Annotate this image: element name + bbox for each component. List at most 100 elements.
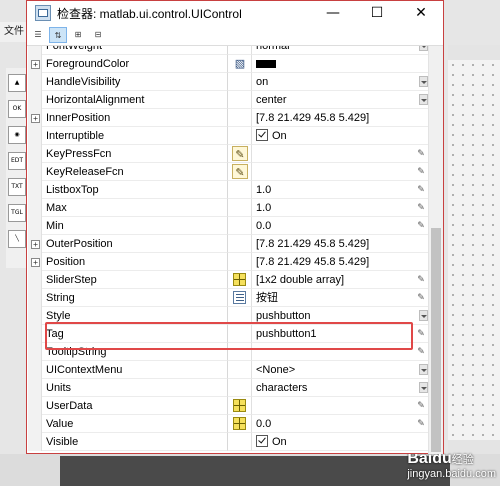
property-value[interactable]: On <box>252 127 428 145</box>
expand-all-icon[interactable]: ⊞ <box>69 27 87 43</box>
property-editor-cell[interactable]: ✎ <box>228 163 252 181</box>
axes-tool-icon[interactable]: ╲ <box>8 230 26 248</box>
title-bar[interactable]: 检查器: matlab.ui.control.UIControl — ☐ ✕ <box>27 1 443 25</box>
property-value[interactable]: 0.0 ✎ <box>252 217 428 235</box>
callback-editor-icon[interactable]: ✎ <box>232 146 248 161</box>
property-name: UserData <box>42 397 228 415</box>
expand-icon[interactable]: + <box>31 60 40 69</box>
property-row-handlevisibility[interactable]: HandleVisibility on <box>28 73 428 91</box>
scrollbar-thumb[interactable] <box>431 228 441 452</box>
property-row-position[interactable]: + Position [7.8 21.429 45.8 5.429] <box>28 253 428 271</box>
radio-tool-icon[interactable]: ◉ <box>8 126 26 144</box>
property-name: OuterPosition <box>42 235 228 253</box>
property-value[interactable]: 1.0 ✎ <box>252 199 428 217</box>
text-editor-icon[interactable] <box>233 291 246 304</box>
property-row-outerposition[interactable]: + OuterPosition [7.8 21.429 45.8 5.429] <box>28 235 428 253</box>
property-editor-cell[interactable]: ✎ <box>228 145 252 163</box>
property-row-max[interactable]: Max 1.0 ✎ <box>28 199 428 217</box>
property-row-visible[interactable]: Visible On <box>28 433 428 451</box>
inspector-app-icon <box>35 5 51 21</box>
edit-pencil-icon[interactable]: ✎ <box>416 183 426 197</box>
property-value[interactable]: normal <box>252 46 428 55</box>
maximize-button[interactable]: ☐ <box>355 1 399 25</box>
property-value[interactable]: 按钮 ✎ <box>252 289 428 307</box>
property-row-fontweight[interactable]: FontWeight normal <box>28 46 428 55</box>
select-tool-icon[interactable]: ▲ <box>8 74 26 92</box>
property-value[interactable]: ✎ <box>252 397 428 415</box>
property-value[interactable]: ✎ <box>252 145 428 163</box>
property-value[interactable]: [7.8 21.429 45.8 5.429] <box>252 253 428 271</box>
close-button[interactable]: ✕ <box>399 1 443 25</box>
array-editor-icon[interactable] <box>233 417 246 430</box>
edit-pencil-icon[interactable]: ✎ <box>416 273 426 287</box>
edit-pencil-icon[interactable]: ✎ <box>416 327 426 341</box>
property-value[interactable]: ✎ <box>252 163 428 181</box>
property-row-keypressfcn[interactable]: KeyPressFcn ✎ ✎ <box>28 145 428 163</box>
property-row-userdata[interactable]: UserData ✎ <box>28 397 428 415</box>
dropdown-arrow-icon[interactable] <box>419 76 428 87</box>
property-row-value[interactable]: Value 0.0 ✎ <box>28 415 428 433</box>
pushbutton-tool-icon[interactable]: OK <box>8 100 26 118</box>
array-editor-icon[interactable] <box>233 399 246 412</box>
color-picker-icon[interactable]: ▧ <box>232 56 248 71</box>
property-editor-cell <box>228 253 252 271</box>
dropdown-arrow-icon[interactable] <box>419 46 428 51</box>
property-row-units[interactable]: Units characters <box>28 379 428 397</box>
property-value[interactable]: [1x2 double array] ✎ <box>252 271 428 289</box>
property-editor-cell[interactable] <box>228 271 252 289</box>
edit-pencil-icon[interactable]: ✎ <box>416 417 426 431</box>
array-editor-icon[interactable] <box>233 273 246 286</box>
dropdown-arrow-icon[interactable] <box>419 94 428 105</box>
checkbox[interactable] <box>256 435 268 447</box>
vertical-scrollbar[interactable] <box>428 46 443 454</box>
edit-pencil-icon[interactable]: ✎ <box>416 345 426 359</box>
dropdown-arrow-icon[interactable] <box>419 364 428 375</box>
property-value[interactable]: on <box>252 73 428 91</box>
property-value[interactable]: 1.0 ✎ <box>252 181 428 199</box>
property-row-innerposition[interactable]: + InnerPosition [7.8 21.429 45.8 5.429] <box>28 109 428 127</box>
property-row-min[interactable]: Min 0.0 ✎ <box>28 217 428 235</box>
expand-icon[interactable]: + <box>31 258 40 267</box>
edit-pencil-icon[interactable]: ✎ <box>416 219 426 233</box>
property-row-listboxtop[interactable]: ListboxTop 1.0 ✎ <box>28 181 428 199</box>
dropdown-arrow-icon[interactable] <box>419 310 428 321</box>
property-value[interactable]: characters <box>252 379 428 397</box>
property-row-string[interactable]: String 按钮 ✎ <box>28 289 428 307</box>
property-row-horizontalalignment[interactable]: HorizontalAlignment center <box>28 91 428 109</box>
categorize-icon[interactable]: ☰ <box>29 27 47 43</box>
edit-pencil-icon[interactable]: ✎ <box>416 201 426 215</box>
layout-grid[interactable] <box>448 60 500 440</box>
property-value[interactable]: <None> <box>252 361 428 379</box>
callback-editor-icon[interactable]: ✎ <box>232 164 248 179</box>
text-tool-icon[interactable]: TXT <box>8 178 26 196</box>
property-editor-cell[interactable] <box>228 397 252 415</box>
edit-pencil-icon[interactable]: ✎ <box>416 165 426 179</box>
property-editor-cell[interactable] <box>228 415 252 433</box>
collapse-all-icon[interactable]: ⊟ <box>89 27 107 43</box>
sort-alphabetical-icon[interactable]: ⇅ <box>49 27 67 43</box>
property-value[interactable]: On <box>252 433 428 451</box>
expand-icon[interactable]: + <box>31 114 40 123</box>
edit-pencil-icon[interactable]: ✎ <box>416 147 426 161</box>
property-row-sliderstep[interactable]: SliderStep [1x2 double array] ✎ <box>28 271 428 289</box>
minimize-button[interactable]: — <box>311 1 355 25</box>
dropdown-arrow-icon[interactable] <box>419 382 428 393</box>
property-editor-cell[interactable] <box>228 289 252 307</box>
property-editor-cell[interactable]: ▧ <box>228 55 252 73</box>
property-value[interactable]: [7.8 21.429 45.8 5.429] <box>252 109 428 127</box>
toggle-tool-icon[interactable]: TGL <box>8 204 26 222</box>
property-value[interactable]: 0.0 ✎ <box>252 415 428 433</box>
edit-pencil-icon[interactable]: ✎ <box>416 399 426 413</box>
property-row-keyreleasefcn[interactable]: KeyReleaseFcn ✎ ✎ <box>28 163 428 181</box>
expand-icon[interactable]: + <box>31 240 40 249</box>
property-value-text: 按钮 <box>256 292 278 304</box>
property-row-uicontextmenu[interactable]: UIContextMenu <None> <box>28 361 428 379</box>
property-value[interactable] <box>252 55 428 73</box>
edit-pencil-icon[interactable]: ✎ <box>416 291 426 305</box>
property-value[interactable]: center <box>252 91 428 109</box>
property-value[interactable]: [7.8 21.429 45.8 5.429] <box>252 235 428 253</box>
edit-tool-icon[interactable]: EDT <box>8 152 26 170</box>
checkbox[interactable] <box>256 129 268 141</box>
property-row-interruptible[interactable]: Interruptible On <box>28 127 428 145</box>
property-row-foregroundcolor[interactable]: + ForegroundColor ▧ <box>28 55 428 73</box>
